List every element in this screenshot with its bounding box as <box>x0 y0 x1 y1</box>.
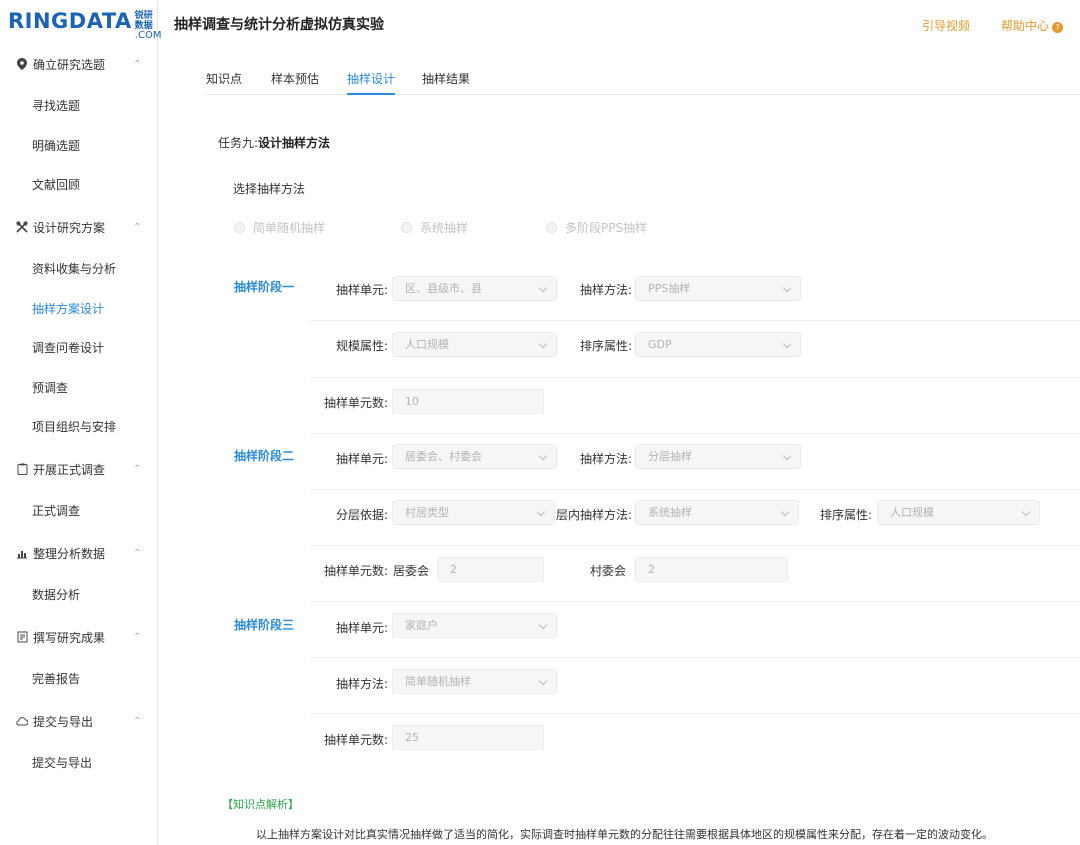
stage2-sort-label: 排序属性: <box>820 508 873 522</box>
knowledge-text: 以上抽样方案设计对比真实情况抽样做了适当的简化，实际调查时抽样单元数的分配往往需… <box>256 828 993 841</box>
sidebar-item-questionnaire-design[interactable]: 调查问卷设计 <box>32 338 104 358</box>
stage2-count-label: 抽样单元数: <box>324 564 389 578</box>
chevron-down-icon <box>538 676 548 686</box>
stage2-strat-label: 分层依据: <box>336 508 389 522</box>
stage2-inner-method-label: 层内抽样方法: <box>556 508 633 522</box>
stage1-count-input[interactable]: 10 <box>392 389 544 414</box>
radio-systematic[interactable]: 系统抽样 <box>401 219 468 236</box>
sidebar-section-writing[interactable]: 撰写研究成果 ⌃ <box>0 622 158 652</box>
sidebar-section-design[interactable]: 设计研究方案 ⌃ <box>0 212 158 242</box>
chevron-down-icon <box>782 451 792 461</box>
radio-multistage-pps[interactable]: 多阶段PPS抽样 <box>546 219 647 236</box>
stage2-method-label: 抽样方法: <box>580 452 633 466</box>
page-title: 抽样调查与统计分析虚拟仿真实验 <box>174 17 384 33</box>
stage2-unit-label: 抽样单元: <box>336 452 389 466</box>
chevron-up-icon: ⌃ <box>133 715 142 727</box>
chevron-up-icon: ⌃ <box>133 463 142 475</box>
sidebar-item-sampling-design[interactable]: 抽样方案设计 <box>32 299 104 319</box>
sidebar-item-submit-export[interactable]: 提交与导出 <box>32 753 92 773</box>
task-title: 任务九:设计抽样方法 <box>218 136 331 150</box>
help-center-link[interactable]: 帮助中心? <box>1001 17 1064 34</box>
stage2-urban-count-input[interactable]: 2 <box>437 557 544 582</box>
stage2-sort-select[interactable]: 人口规模 <box>877 500 1040 525</box>
chevron-down-icon <box>538 451 548 461</box>
tools-icon <box>16 221 28 233</box>
stage2-inner-method-select[interactable]: 系统抽样 <box>635 500 799 525</box>
method-label: 选择抽样方法 <box>233 182 306 196</box>
chevron-down-icon <box>1021 507 1031 517</box>
stage3-unit-select[interactable]: 家庭户 <box>392 613 557 638</box>
stage1-method-select[interactable]: PPS抽样 <box>635 276 801 301</box>
stage2-strat-select[interactable]: 村居类型 <box>392 500 555 525</box>
knowledge-title: 【知识点解析】 <box>222 798 299 811</box>
stage1-scale-select[interactable]: 人口规模 <box>392 332 557 357</box>
guide-video-link[interactable]: 引导视频 <box>922 17 970 34</box>
radio-simple-random[interactable]: 简单随机抽样 <box>234 219 325 236</box>
sidebar-section-survey[interactable]: 开展正式调查 ⌃ <box>0 454 158 484</box>
stage1-sort-select[interactable]: GDP <box>635 332 801 357</box>
chevron-down-icon <box>780 507 790 517</box>
stage-three-label: 抽样阶段三 <box>234 618 295 632</box>
sidebar-item-complete-report[interactable]: 完善报告 <box>32 669 80 689</box>
stage2-rural-label: 村委会 <box>590 564 627 578</box>
logo-text: RINGDATA <box>8 9 132 33</box>
logo-com-text: .COM <box>134 30 162 41</box>
chevron-down-icon <box>538 620 548 630</box>
sidebar-item-literature-review[interactable]: 文献回顾 <box>32 175 80 195</box>
tab-sampling-design[interactable]: 抽样设计 <box>347 70 396 95</box>
cloud-icon <box>16 715 28 727</box>
sidebar-item-formal-survey[interactable]: 正式调查 <box>32 501 80 521</box>
sidebar-section-topic[interactable]: 确立研究选题 ⌃ <box>0 49 158 79</box>
sidebar-item-project-organization[interactable]: 项目组织与安排 <box>32 417 116 437</box>
stage1-unit-label: 抽样单元: <box>336 283 389 297</box>
sidebar: RINGDATA 锐研数据 .COM 确立研究选题 ⌃ 寻找选题 明确选题 文献… <box>0 0 161 845</box>
sidebar-section-submit[interactable]: 提交与导出 ⌃ <box>0 706 158 736</box>
tab-bar: 知识点 样本预估 抽样设计 抽样结果 <box>206 62 1080 95</box>
stage2-method-select[interactable]: 分层抽样 <box>635 444 801 469</box>
stage1-unit-select[interactable]: 区、县级市、县 <box>392 276 557 301</box>
chart-icon <box>16 547 28 559</box>
stage3-count-input[interactable]: 25 <box>392 725 544 750</box>
tab-sampling-result[interactable]: 抽样结果 <box>422 70 470 95</box>
chevron-up-icon: ⌃ <box>133 631 142 643</box>
stage1-sort-label: 排序属性: <box>580 339 633 353</box>
chevron-down-icon <box>538 339 548 349</box>
logo-cn-text: 锐研数据 <box>134 11 153 31</box>
stage1-method-label: 抽样方法: <box>580 283 633 297</box>
tab-sample-estimate[interactable]: 样本预估 <box>271 70 319 95</box>
sidebar-section-analysis[interactable]: 整理分析数据 ⌃ <box>0 538 158 568</box>
stage3-method-select[interactable]: 简单随机抽样 <box>392 669 557 694</box>
sidebar-item-data-analysis[interactable]: 数据分析 <box>32 585 80 605</box>
stage3-method-label: 抽样方法: <box>336 677 389 691</box>
chevron-down-icon <box>782 339 792 349</box>
stage2-rural-count-input[interactable]: 2 <box>635 557 788 582</box>
chevron-up-icon: ⌃ <box>133 221 142 233</box>
sidebar-item-pilot-survey[interactable]: 预调查 <box>32 378 68 398</box>
sidebar-item-define-topic[interactable]: 明确选题 <box>32 136 80 156</box>
sidebar-item-find-topic[interactable]: 寻找选题 <box>32 96 80 116</box>
ringdata-logo[interactable]: RINGDATA 锐研数据 .COM <box>8 8 161 41</box>
chevron-up-icon: ⌃ <box>133 547 142 559</box>
chevron-down-icon <box>538 283 548 293</box>
clipboard-icon <box>16 463 28 475</box>
stage3-count-label: 抽样单元数: <box>324 733 389 747</box>
location-pin-icon <box>16 58 28 70</box>
stage2-unit-select[interactable]: 居委会、村委会 <box>392 444 557 469</box>
stage-two-label: 抽样阶段二 <box>234 449 295 463</box>
sidebar-item-data-collection[interactable]: 资料收集与分析 <box>32 259 116 279</box>
chevron-up-icon: ⌃ <box>133 58 142 70</box>
stage2-urban-label: 居委会 <box>393 564 430 578</box>
stage1-count-label: 抽样单元数: <box>324 396 389 410</box>
document-icon <box>16 631 28 643</box>
tab-knowledge[interactable]: 知识点 <box>206 70 242 95</box>
stage-one-label: 抽样阶段一 <box>234 280 295 294</box>
chevron-down-icon <box>782 283 792 293</box>
stage1-scale-label: 规模属性: <box>336 339 389 353</box>
help-icon: ? <box>1052 22 1064 33</box>
stage3-unit-label: 抽样单元: <box>336 621 389 635</box>
chevron-down-icon <box>536 507 546 517</box>
